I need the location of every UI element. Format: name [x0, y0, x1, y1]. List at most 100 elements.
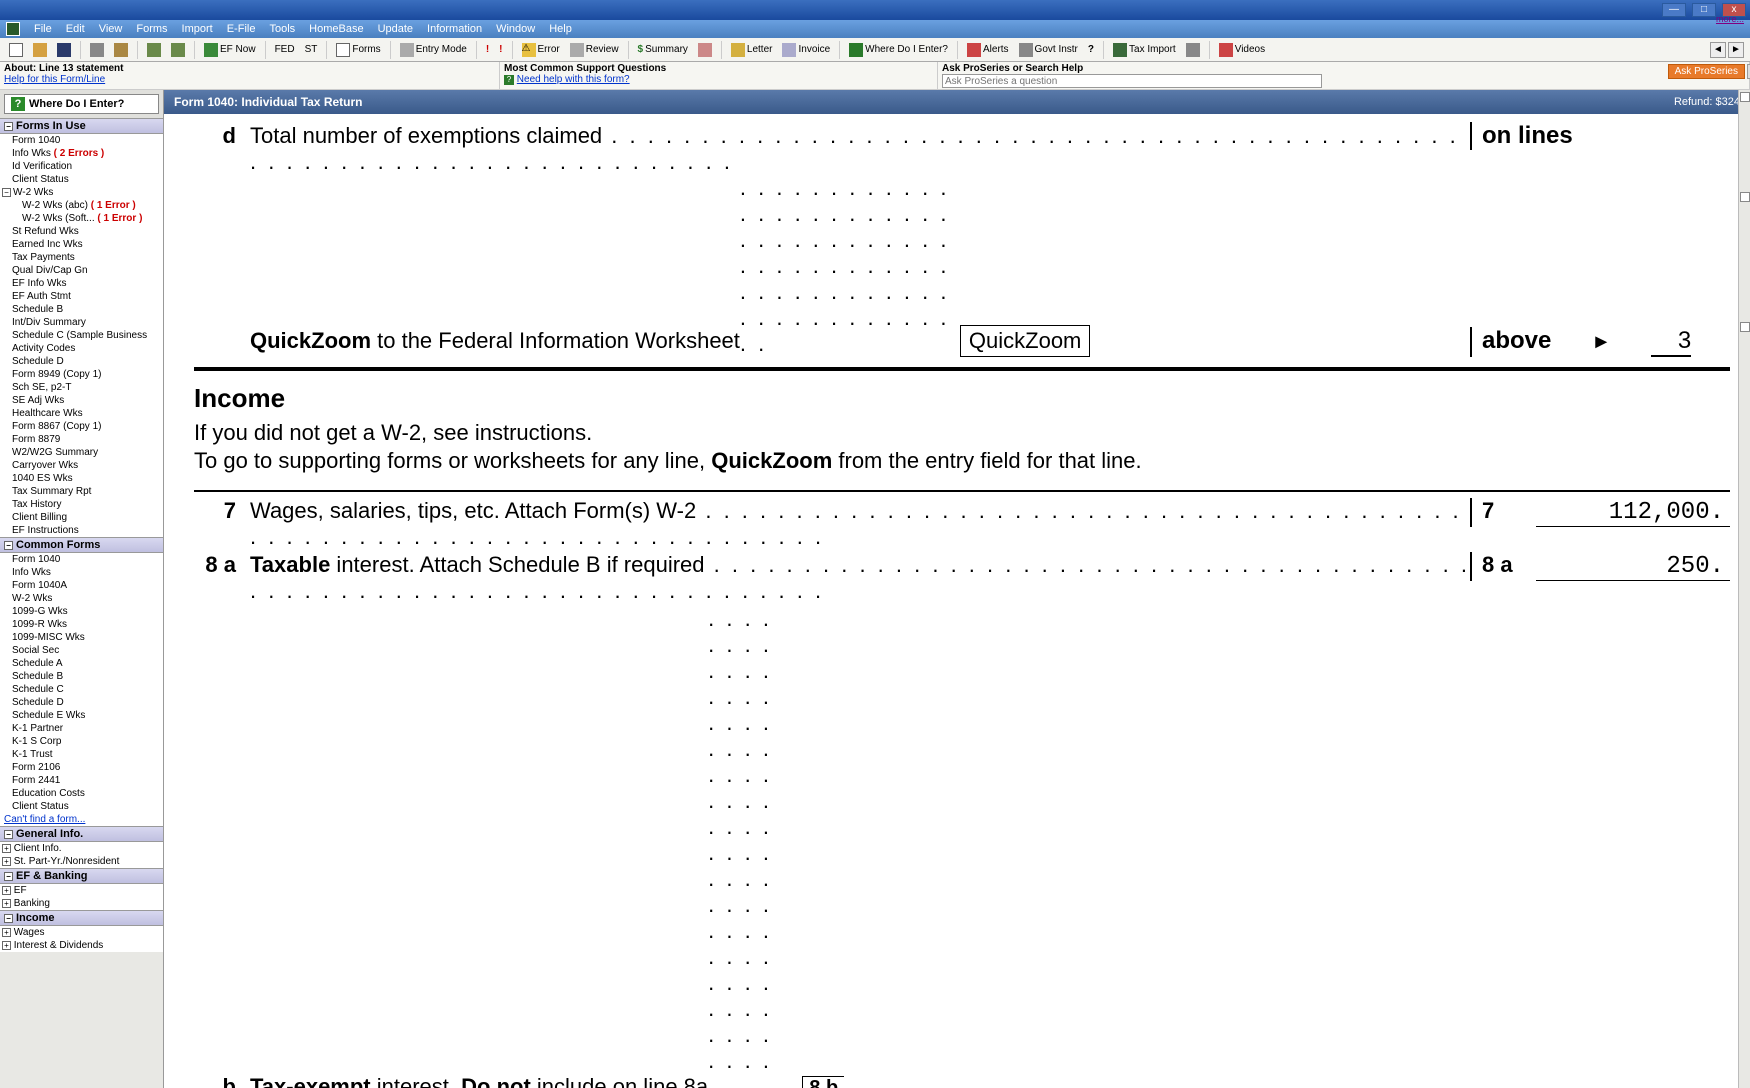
sidebar-item[interactable]: Form 1040: [0, 553, 163, 566]
sidebar-item[interactable]: Client Status: [0, 800, 163, 813]
sidebar-item[interactable]: EF Info Wks: [0, 277, 163, 290]
ef-banking-header[interactable]: −EF & Banking: [0, 868, 163, 884]
sidebar-item[interactable]: Carryover Wks: [0, 459, 163, 472]
sidebar-item[interactable]: 1099-R Wks: [0, 618, 163, 631]
gutter-button[interactable]: [1740, 192, 1750, 202]
flag-icon-2[interactable]: !: [496, 43, 505, 56]
home-icon[interactable]: [144, 42, 164, 58]
collapse-icon[interactable]: −: [4, 541, 13, 550]
summary-button[interactable]: $Summary: [635, 43, 691, 56]
common-forms-header[interactable]: −Common Forms: [0, 537, 163, 553]
sidebar-item[interactable]: Schedule A: [0, 657, 163, 670]
menu-homebase[interactable]: HomeBase: [309, 23, 363, 35]
where-do-i-enter-sidebar-button[interactable]: ? Where Do I Enter?: [4, 94, 159, 114]
sidebar-item[interactable]: + Interest & Dividends: [0, 939, 163, 952]
sidebar-item[interactable]: K-1 Partner: [0, 722, 163, 735]
letter-button[interactable]: Letter: [728, 42, 776, 58]
sidebar-item[interactable]: Form 8867 (Copy 1): [0, 420, 163, 433]
sidebar-item[interactable]: Info Wks ( 2 Errors ): [0, 147, 163, 160]
support-more-link[interactable]: more...: [1716, 14, 1744, 24]
line-8b-value[interactable]: [844, 1068, 1024, 1088]
sidebar-item[interactable]: Info Wks: [0, 566, 163, 579]
sidebar-item[interactable]: Activity Codes: [0, 342, 163, 355]
nav-fwd-button[interactable]: ►: [1728, 42, 1744, 58]
share-icon[interactable]: [1183, 42, 1203, 58]
error-button[interactable]: ⚠Error: [519, 42, 563, 58]
menu-import[interactable]: Import: [182, 23, 213, 35]
sidebar-item[interactable]: Healthcare Wks: [0, 407, 163, 420]
forms-button[interactable]: Forms: [333, 42, 383, 58]
home-icon-2[interactable]: [168, 42, 188, 58]
sidebar-item[interactable]: K-1 Trust: [0, 748, 163, 761]
sidebar-item[interactable]: St Refund Wks: [0, 225, 163, 238]
maximize-button[interactable]: □: [1692, 3, 1716, 17]
menu-view[interactable]: View: [99, 23, 123, 35]
line-8a-value[interactable]: 250.: [1536, 553, 1730, 581]
sidebar-item[interactable]: Earned Inc Wks: [0, 238, 163, 251]
income-header[interactable]: −Income: [0, 910, 163, 926]
sidebar-item[interactable]: + Wages: [0, 926, 163, 939]
sidebar-item[interactable]: Education Costs: [0, 787, 163, 800]
collapse-icon[interactable]: −: [4, 830, 13, 839]
sidebar-item[interactable]: + Banking: [0, 897, 163, 910]
sidebar-item[interactable]: Schedule D: [0, 696, 163, 709]
help-icon[interactable]: ?: [1085, 43, 1097, 56]
sidebar-item[interactable]: Form 1040: [0, 134, 163, 147]
gutter-button[interactable]: [1740, 92, 1750, 102]
sidebar-item[interactable]: Schedule C (Sample Business: [0, 329, 163, 342]
general-info-header[interactable]: −General Info.: [0, 826, 163, 842]
sidebar-item[interactable]: W2/W2G Summary: [0, 446, 163, 459]
sidebar-item[interactable]: Sch SE, p2-T: [0, 381, 163, 394]
menu-update[interactable]: Update: [378, 23, 413, 35]
menu-file[interactable]: File: [34, 23, 52, 35]
new-icon[interactable]: [6, 42, 26, 58]
sidebar-item[interactable]: Form 8879: [0, 433, 163, 446]
alerts-button[interactable]: Alerts: [964, 42, 1012, 58]
sidebar-item[interactable]: Schedule B: [0, 670, 163, 683]
open-icon[interactable]: [30, 42, 50, 58]
collapse-icon[interactable]: −: [4, 914, 13, 923]
govt-instr-button[interactable]: Govt Instr: [1016, 42, 1081, 58]
sidebar-item[interactable]: + Client Info.: [0, 842, 163, 855]
print-icon[interactable]: [87, 42, 107, 58]
menu-help[interactable]: Help: [549, 23, 572, 35]
menu-forms[interactable]: Forms: [136, 23, 167, 35]
review-button[interactable]: Review: [567, 42, 622, 58]
sidebar-item[interactable]: SE Adj Wks: [0, 394, 163, 407]
sidebar-item[interactable]: Schedule D: [0, 355, 163, 368]
st-button[interactable]: ST: [302, 43, 321, 56]
cant-find-form-link[interactable]: Can't find a form...: [0, 813, 163, 826]
sidebar-item[interactable]: Form 1040A: [0, 579, 163, 592]
sidebar-item[interactable]: Form 2441: [0, 774, 163, 787]
about-help-link[interactable]: Help for this Form/Line: [4, 74, 495, 85]
sidebar-item[interactable]: Qual Div/Cap Gn: [0, 264, 163, 277]
line-7-value[interactable]: 112,000.: [1536, 499, 1730, 527]
sidebar-item[interactable]: EF Auth Stmt: [0, 290, 163, 303]
sidebar-item[interactable]: Schedule E Wks: [0, 709, 163, 722]
where-do-i-enter-button[interactable]: Where Do I Enter?: [846, 42, 951, 58]
sidebar-item[interactable]: Schedule C: [0, 683, 163, 696]
menu-information[interactable]: Information: [427, 23, 482, 35]
calendar-icon[interactable]: [695, 42, 715, 58]
sidebar-item[interactable]: Tax Payments: [0, 251, 163, 264]
forms-in-use-header[interactable]: −Forms In Use: [0, 118, 163, 134]
tax-import-button[interactable]: Tax Import: [1110, 42, 1179, 58]
efnow-button[interactable]: EF Now: [201, 42, 259, 58]
menu-edit[interactable]: Edit: [66, 23, 85, 35]
videos-button[interactable]: Videos: [1216, 42, 1268, 58]
sidebar-item[interactable]: W-2 Wks (abc) ( 1 Error ): [0, 199, 163, 212]
sidebar-item[interactable]: − W-2 Wks: [0, 186, 163, 199]
sidebar-item[interactable]: 1099-G Wks: [0, 605, 163, 618]
sidebar-item[interactable]: W-2 Wks (Soft... ( 1 Error ): [0, 212, 163, 225]
sidebar-item[interactable]: Tax History: [0, 498, 163, 511]
gutter-button[interactable]: [1740, 322, 1750, 332]
collapse-icon[interactable]: −: [4, 122, 13, 131]
sidebar-item[interactable]: Tax Summary Rpt: [0, 485, 163, 498]
invoice-button[interactable]: Invoice: [779, 42, 833, 58]
entry-mode-button[interactable]: Entry Mode: [397, 42, 470, 58]
ask-proseries-button[interactable]: Ask ProSeries: [1668, 64, 1745, 79]
quickzoom-button[interactable]: QuickZoom: [960, 325, 1090, 357]
sidebar-item[interactable]: Client Status: [0, 173, 163, 186]
sidebar-item[interactable]: + St. Part-Yr./Nonresident: [0, 855, 163, 868]
print-icon-2[interactable]: [111, 42, 131, 58]
